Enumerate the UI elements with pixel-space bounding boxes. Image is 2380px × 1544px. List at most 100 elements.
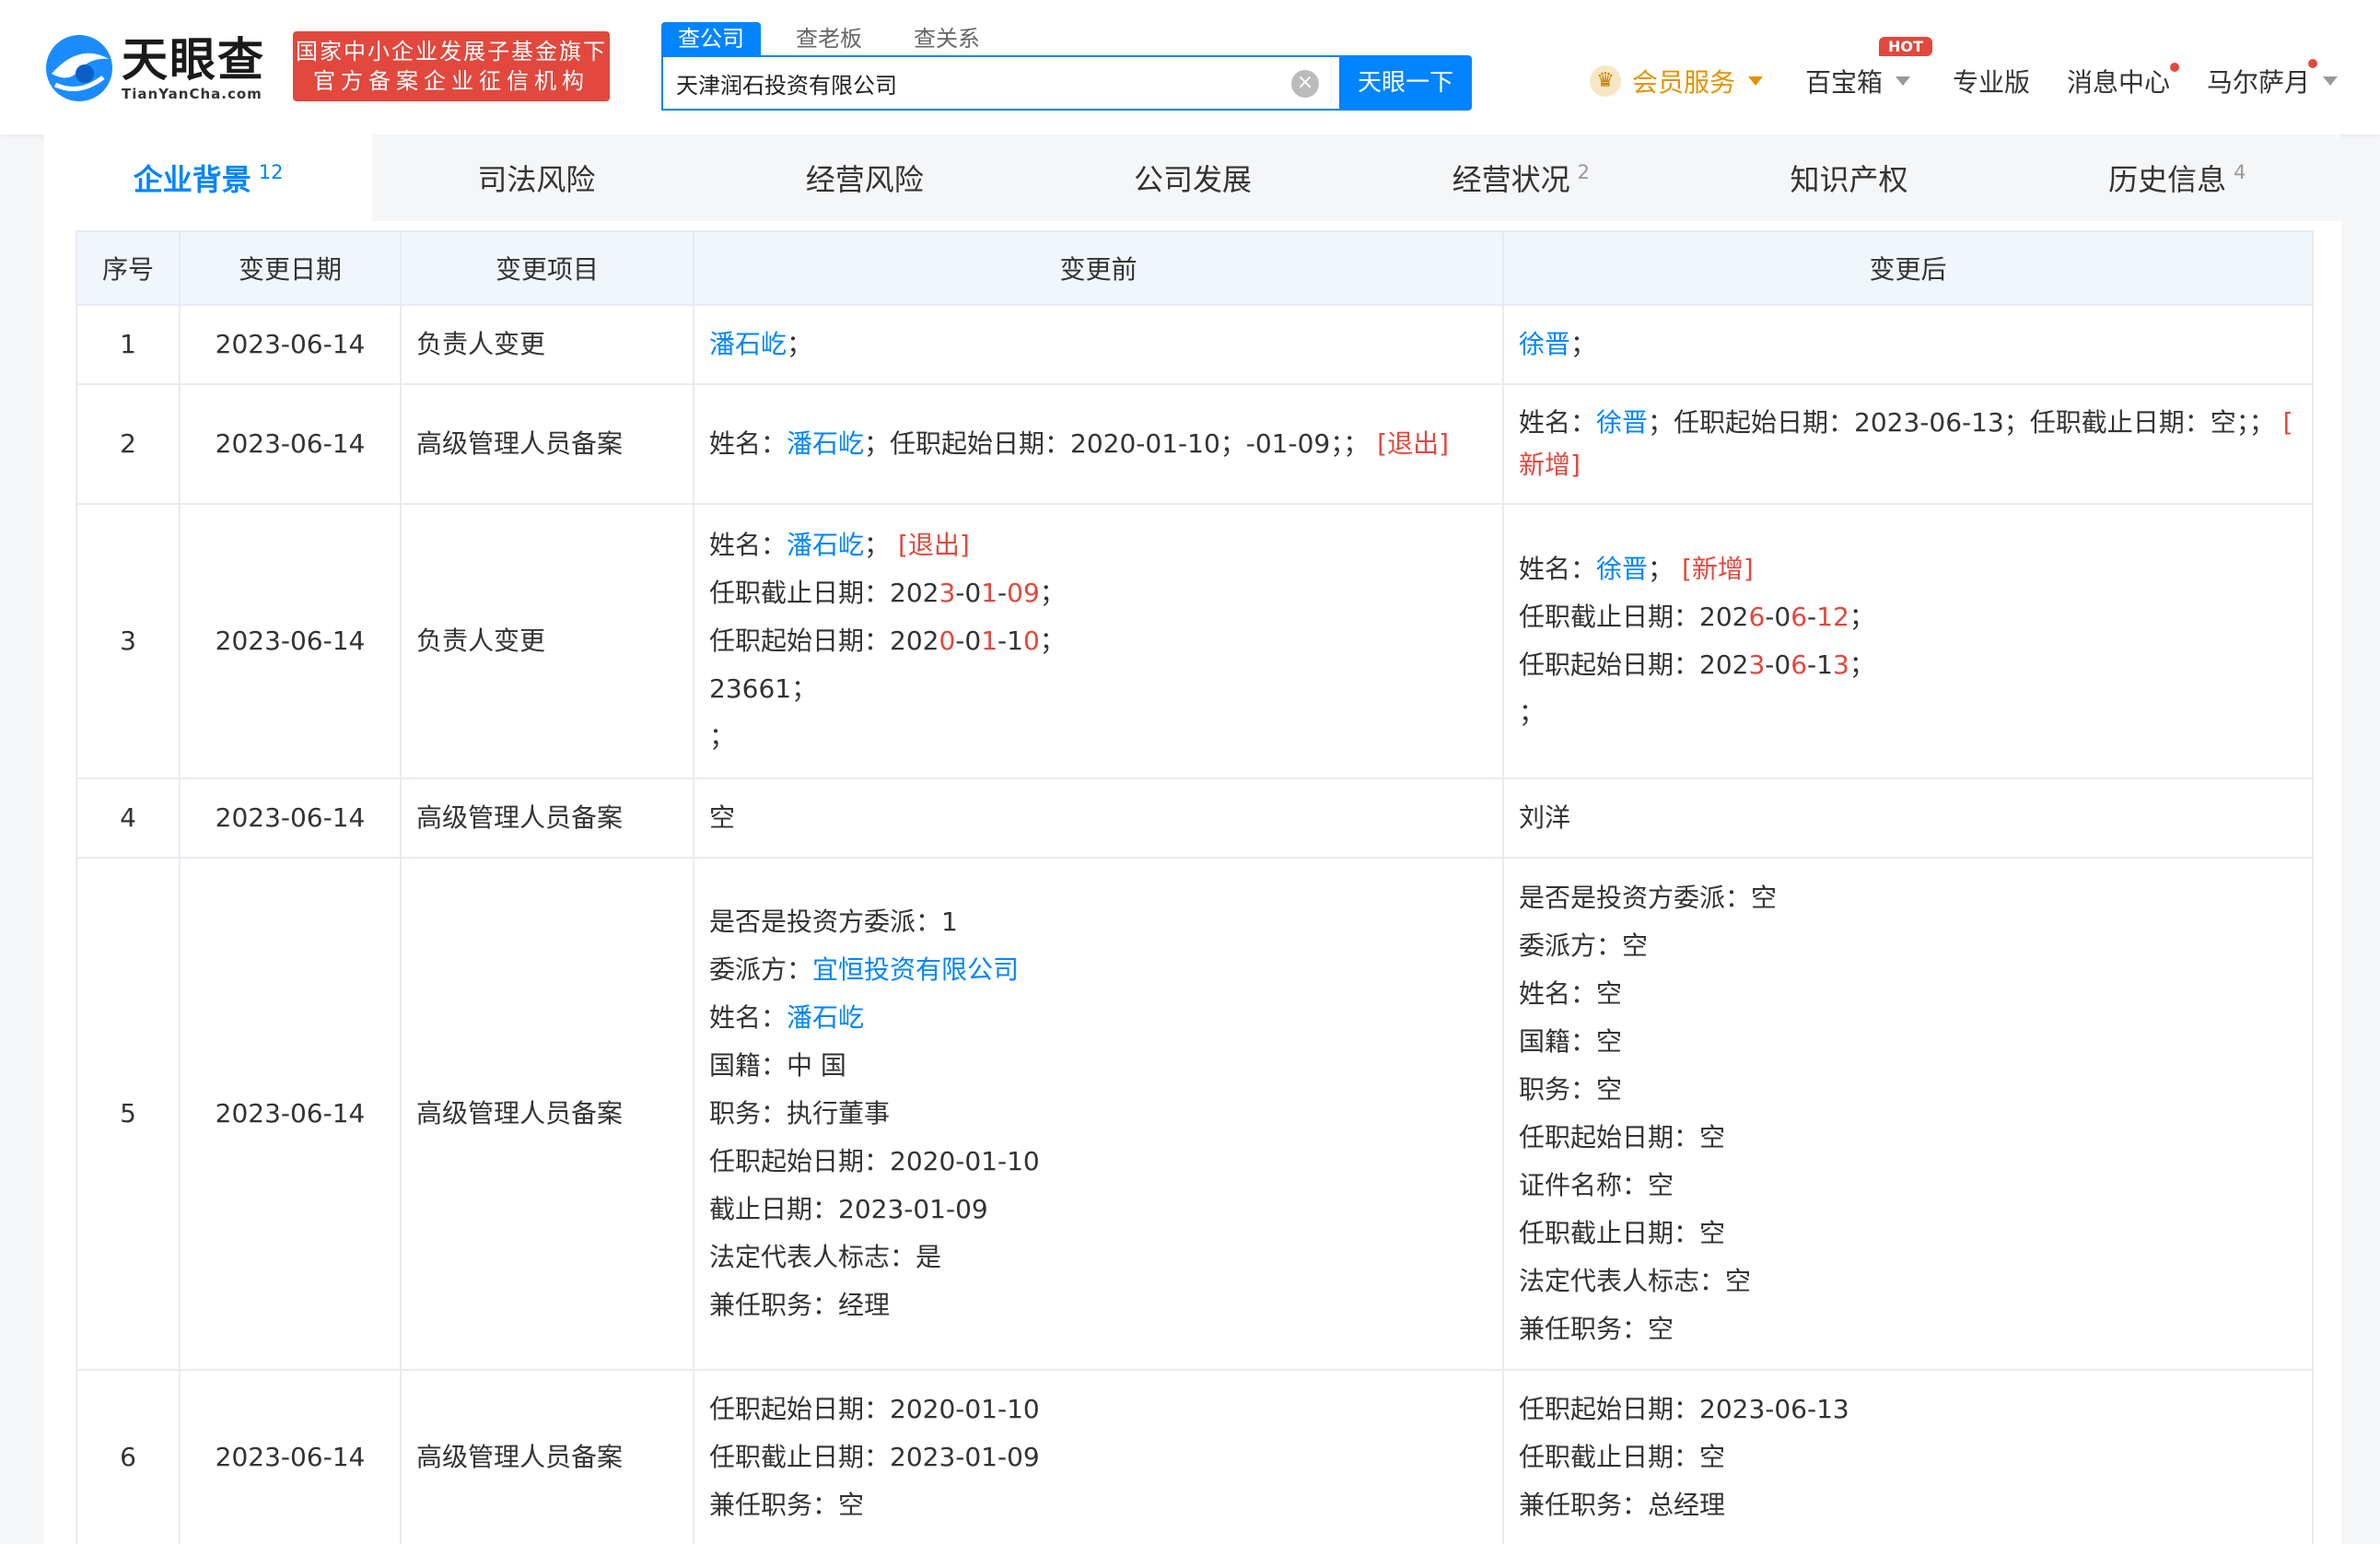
cell-after: 姓名：徐晋； [新增] 任职截止日期：2026-06-12； 任职起始日期：20…: [1502, 503, 2314, 779]
name-line: 姓名：潘石屹； [退出]: [709, 521, 1488, 569]
vip-service-menu[interactable]: ♛ 会员服务: [1590, 63, 1764, 99]
end-date-line: 任职截止日期：2023-01-09；: [709, 569, 1488, 617]
pro-version-link[interactable]: 专业版: [1953, 63, 2030, 99]
cell-before: 任职起始日期：2020-01-10 任职截止日期：2023-01-09 兼任职务…: [693, 1369, 1504, 1544]
field-text: ；任职起始日期：2020-01-10；-01-09；；: [864, 428, 1370, 459]
cell-item: 高级管理人员备案: [400, 778, 694, 859]
cell-before: 潘石屹；: [693, 304, 1504, 385]
date-part: -0: [1765, 602, 1791, 632]
date-diff: 09: [1007, 578, 1040, 608]
cell-item: 负责人变更: [400, 503, 694, 779]
table-row: 3 2023-06-14 负责人变更 姓名：潘石屹； [退出] 任职截止日期：2…: [76, 503, 2314, 779]
person-link[interactable]: 徐晋: [1596, 554, 1648, 584]
field-line: 任职起始日期：2020-01-10: [709, 1394, 1040, 1424]
field-line: 任职起始日期：2023-06-13: [1519, 1394, 1849, 1424]
chevron-down-icon: [1896, 76, 1911, 86]
logo[interactable]: 天眼查 TianYanCha.com: [42, 31, 265, 105]
person-link[interactable]: 徐晋: [1519, 329, 1570, 359]
cell-no: 6: [76, 1369, 181, 1544]
vip-service-label: 会员服务: [1632, 67, 1736, 98]
cell-before: 是否是投资方委派：1 委派方：宜恒投资有限公司 姓名：潘石屹 国籍：中 国 职务…: [693, 857, 1504, 1371]
tab-label: 知识产权: [1790, 162, 1908, 197]
date-diff: 3: [1832, 649, 1849, 680]
tab-count: 4: [2234, 161, 2246, 183]
cell-no: 1: [76, 304, 181, 385]
cell-item: 高级管理人员备案: [400, 857, 694, 1371]
status-tag: [新增]: [1681, 554, 1754, 584]
status-tag: [: [2282, 407, 2293, 438]
field-line: 法定代表人标志：空: [1519, 1266, 1752, 1296]
date-diff: 6: [1791, 649, 1808, 680]
toolbox-menu[interactable]: 百宝箱: [1805, 63, 1911, 99]
cell-after: 刘洋: [1502, 778, 2314, 859]
cell-before: 空: [693, 778, 1504, 859]
field-line: 任职截止日期：空: [1519, 1218, 1726, 1248]
tab-label: 历史信息: [2108, 162, 2227, 197]
field-line: 兼任职务：空: [709, 1490, 865, 1520]
extra-line: ；: [709, 721, 736, 752]
field-line: 证件名称：空: [1519, 1170, 1674, 1200]
person-link[interactable]: 潘石屹: [709, 329, 787, 359]
hot-badge: HOT: [1879, 37, 1932, 56]
clear-icon[interactable]: ×: [1291, 70, 1319, 98]
cell-date: 2023-06-14: [179, 383, 402, 505]
tab-history[interactable]: 历史信息 4: [2013, 135, 2341, 221]
separator: ；: [1648, 554, 1674, 584]
tab-operating-status[interactable]: 经营状况 2: [1357, 135, 1685, 221]
date-part: 202: [890, 626, 939, 656]
table-row: 5 2023-06-14 高级管理人员备案 是否是投资方委派：1 委派方：宜恒投…: [76, 857, 2314, 1371]
badge-line-1: 国家中小企业发展子基金旗下: [296, 39, 607, 64]
message-center-link[interactable]: 消息中心: [2067, 63, 2170, 99]
tab-enterprise-background[interactable]: 企业背景 12: [44, 135, 373, 221]
field-line: 职务：执行董事: [709, 1098, 891, 1129]
tab-count: 2: [1577, 161, 1590, 183]
person-link[interactable]: 徐晋: [1596, 407, 1648, 438]
person-link[interactable]: 潘石屹: [787, 1002, 864, 1033]
person-link[interactable]: 潘石屹: [787, 428, 864, 459]
cell-item: 高级管理人员备案: [400, 1369, 694, 1544]
field-line: 是否是投资方委派：空: [1519, 883, 1778, 913]
person-link[interactable]: 潘石屹: [787, 530, 864, 560]
tab-label: 司法风险: [477, 162, 596, 197]
extra-line: 23661；: [709, 673, 818, 704]
cell-date: 2023-06-14: [179, 778, 402, 859]
cell-after: 徐晋；: [1502, 304, 2314, 385]
cell-no: 5: [76, 857, 181, 1371]
field-label: 委派方：: [709, 954, 813, 985]
search-type-tabs: 查公司 查老板 查关系: [661, 22, 1015, 55]
user-menu[interactable]: 马尔萨月: [2207, 63, 2339, 99]
field-line: 国籍：空: [1519, 1026, 1623, 1057]
field-text: ；任职起始日期：2023-06-13；任职截止日期：空；；: [1648, 407, 2275, 438]
header-date: 变更日期: [179, 230, 402, 306]
date-diff: 3: [939, 578, 956, 608]
search-tab-company[interactable]: 查公司: [661, 22, 761, 55]
separator: ；: [1039, 578, 1066, 608]
field-label: 任职截止日期：: [1519, 602, 1700, 632]
field-label: 姓名：: [709, 530, 788, 560]
date-part: -0: [1765, 649, 1791, 680]
tab-company-development[interactable]: 公司发展: [1029, 135, 1357, 221]
search-button[interactable]: 天眼一下: [1339, 55, 1472, 111]
table-row: 1 2023-06-14 负责人变更 潘石屹； 徐晋；: [76, 304, 2314, 385]
search-box: ×: [661, 55, 1341, 111]
cell-date: 2023-06-14: [179, 857, 402, 1371]
field-label: 姓名：: [1519, 407, 1597, 438]
search-input[interactable]: [663, 57, 1336, 109]
cell-item: 负责人变更: [400, 304, 694, 385]
field-line: 任职截止日期：2023-01-09: [709, 1442, 1040, 1472]
separator: ；: [1039, 626, 1066, 656]
company-link[interactable]: 宜恒投资有限公司: [812, 954, 1019, 985]
tab-judicial-risk[interactable]: 司法风险: [372, 135, 700, 221]
field-line: 兼任职务：经理: [709, 1290, 891, 1320]
date-part: 202: [1699, 602, 1749, 632]
cell-item: 高级管理人员备案: [400, 383, 694, 505]
tab-operating-risk[interactable]: 经营风险: [701, 135, 1029, 221]
search-tab-relation[interactable]: 查关系: [897, 22, 997, 55]
cell-no: 4: [76, 778, 181, 859]
search-tab-boss[interactable]: 查老板: [779, 22, 879, 55]
tab-intellectual-property[interactable]: 知识产权: [1685, 135, 2012, 221]
header-after: 变更后: [1502, 230, 2314, 306]
top-header: 天眼查 TianYanCha.com 国家中小企业发展子基金旗下 官方备案企业征…: [0, 0, 2380, 135]
date-diff: 6: [1748, 602, 1766, 632]
separator: ；: [1849, 649, 1875, 680]
